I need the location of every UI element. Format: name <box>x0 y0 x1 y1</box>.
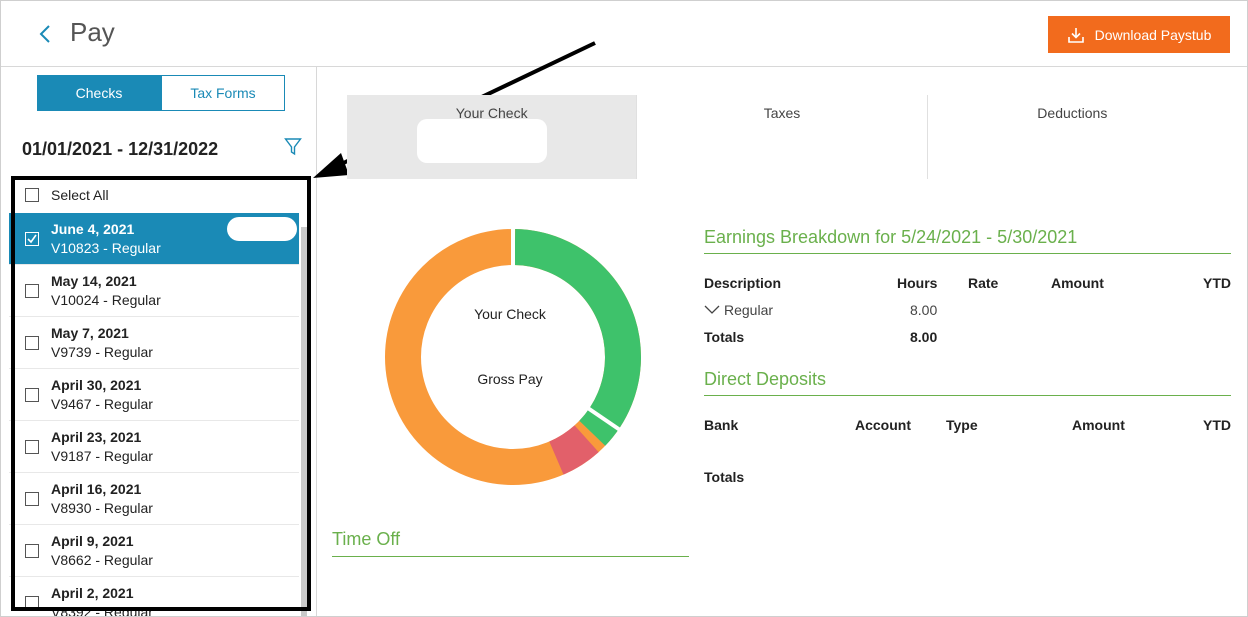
donut-label-your-check: Your Check <box>474 306 546 322</box>
deposits-header-bank: Bank <box>704 417 739 433</box>
list-scrollbar[interactable] <box>301 227 307 616</box>
item-date: May 14, 2021 <box>51 272 137 289</box>
item-date: June 4, 2021 <box>51 220 135 237</box>
tab-deductions-label: Deductions <box>1037 105 1108 121</box>
item-subtitle: V9739 - Regular <box>51 343 153 360</box>
item-subtitle: V8930 - Regular <box>51 499 153 516</box>
item-date: April 9, 2021 <box>51 532 134 549</box>
earnings-header-rate: Rate <box>968 275 999 291</box>
filter-icon <box>284 138 302 156</box>
donut-label-gross-pay: Gross Pay <box>477 371 543 387</box>
earnings-divider <box>704 253 1231 254</box>
direct-deposits-divider <box>704 395 1231 396</box>
deposits-header-type: Type <box>946 417 978 433</box>
list-item[interactable]: April 9, 2021 V8662 - Regular <box>9 525 299 577</box>
earnings-title: Earnings Breakdown for 5/24/2021 - 5/30/… <box>704 227 1078 247</box>
tab-deductions[interactable]: Deductions <box>926 95 1217 179</box>
select-all-label: Select All <box>51 187 109 203</box>
item-date: April 30, 2021 <box>51 376 142 393</box>
earnings-header-description: Description <box>704 275 782 291</box>
date-range: 01/01/2021 - 12/31/2022 <box>22 139 219 159</box>
tax-forms-tab[interactable]: Tax Forms <box>161 75 285 111</box>
pay-list-panel: Checks Tax Forms 01/01/2021 - 12/31/2022… <box>1 67 317 617</box>
item-subtitle: V9187 - Regular <box>51 447 153 464</box>
item-checkbox[interactable] <box>25 387 39 402</box>
deposits-header-ytd: YTD <box>1203 417 1231 433</box>
earnings-row-description: Regular <box>724 302 774 318</box>
check-icon <box>27 234 37 243</box>
earnings-header-ytd: YTD <box>1203 275 1231 291</box>
time-off-title: Time Off <box>332 529 401 549</box>
item-subtitle: V8392 - Regular <box>51 603 153 617</box>
chevron-down-icon <box>704 305 720 314</box>
item-checkbox[interactable] <box>25 543 39 558</box>
tab-taxes[interactable]: Taxes <box>636 95 926 179</box>
item-checkbox[interactable] <box>25 335 39 350</box>
download-paystub-label: Download Paystub <box>1094 26 1212 43</box>
select-all-row[interactable]: Select All <box>9 177 299 213</box>
redacted-net-pay <box>417 119 547 163</box>
pay-page: Pay Download Paystub Checks Tax Forms 01… <box>0 0 1248 617</box>
chevron-left-icon <box>39 25 50 43</box>
earnings-row-hours: 8.00 <box>910 302 938 318</box>
page-header: Pay Download Paystub <box>1 1 1247 67</box>
download-paystub-button[interactable]: Download Paystub <box>1048 16 1230 53</box>
item-checkbox[interactable] <box>25 283 39 298</box>
check-items: June 4, 2021 V10823 - Regular May 14, 20… <box>9 213 299 617</box>
item-date: April 23, 2021 <box>51 428 142 445</box>
list-item[interactable]: June 4, 2021 V10823 - Regular <box>9 213 299 265</box>
deposits-header-account: Account <box>855 417 911 433</box>
item-subtitle: V9467 - Regular <box>51 395 153 412</box>
list-item[interactable]: April 23, 2021 V9187 - Regular <box>9 421 299 473</box>
check-list: Select All June 4, 2021 V10823 - Regular <box>9 177 309 617</box>
page-title: Pay <box>70 17 115 47</box>
item-checkbox[interactable] <box>25 491 39 506</box>
deposits-totals-label: Totals <box>704 469 745 485</box>
direct-deposits-title: Direct Deposits <box>704 369 827 389</box>
list-item[interactable]: April 16, 2021 V8930 - Regular <box>9 473 299 525</box>
list-item[interactable]: May 14, 2021 V10024 - Regular <box>9 265 299 317</box>
earnings-totals-label: Totals <box>704 329 745 345</box>
filter-button[interactable] <box>284 137 302 157</box>
earnings-header-amount: Amount <box>1051 275 1104 291</box>
redacted-amount <box>227 217 297 241</box>
download-icon <box>1067 27 1084 43</box>
check-detail-tabs: Your Check Taxes Deductions <box>347 95 1217 179</box>
time-off-divider <box>332 556 689 557</box>
item-date: April 16, 2021 <box>51 480 142 497</box>
earnings-totals-hours: 8.00 <box>910 329 938 345</box>
item-checkbox[interactable] <box>25 595 39 610</box>
deposits-header-amount: Amount <box>1072 417 1125 433</box>
list-item[interactable]: May 7, 2021 V9739 - Regular <box>9 317 299 369</box>
checks-tab[interactable]: Checks <box>37 75 161 111</box>
item-subtitle: V10024 - Regular <box>51 291 161 308</box>
view-toggle: Checks Tax Forms <box>37 75 285 111</box>
tab-taxes-label: Taxes <box>763 105 801 121</box>
list-item[interactable]: April 2, 2021 V8392 - Regular <box>9 577 299 617</box>
tab-your-check[interactable]: Your Check <box>347 95 637 179</box>
earnings-header-hours: Hours <box>897 275 938 291</box>
item-checkbox[interactable] <box>25 439 39 454</box>
pay-donut-chart <box>385 225 645 485</box>
list-item[interactable]: April 30, 2021 V9467 - Regular <box>9 369 299 421</box>
item-subtitle: V8662 - Regular <box>51 551 153 568</box>
item-subtitle: V10823 - Regular <box>51 239 161 256</box>
item-checkbox[interactable] <box>25 231 39 246</box>
select-all-checkbox[interactable] <box>25 188 39 202</box>
item-date: May 7, 2021 <box>51 324 129 341</box>
earnings-row-regular[interactable]: Regular <box>704 302 773 318</box>
back-button[interactable] <box>33 21 57 47</box>
item-date: April 2, 2021 <box>51 584 134 601</box>
